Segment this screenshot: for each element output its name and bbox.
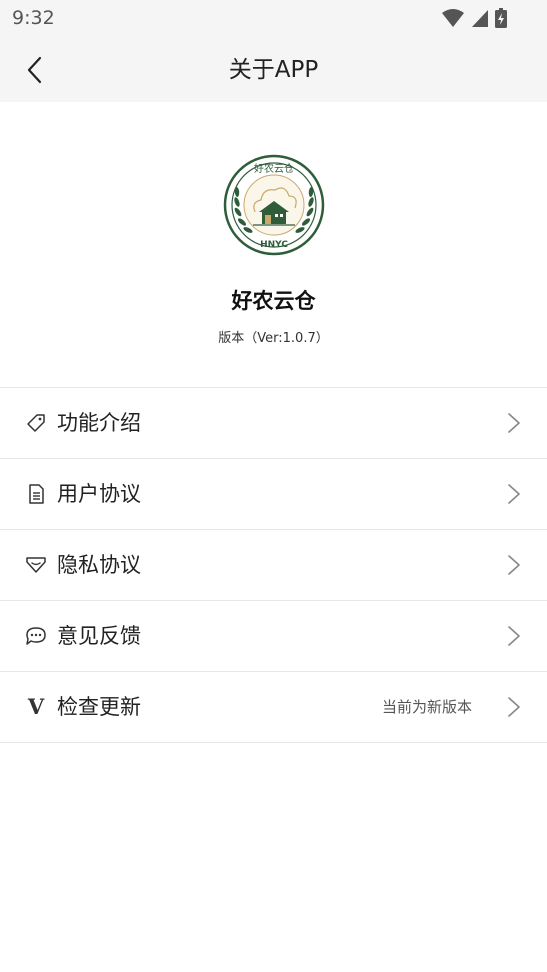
app-logo: 好农云仓 HNYC [223,154,325,256]
chat-bubble-icon [25,625,47,647]
app-name: 好农云仓 [231,289,316,313]
chevron-right-icon [508,413,520,433]
menu-list: 功能介绍 用户协议 隐私协议 意见反馈 V 检查更新 当前为新版本 [0,387,547,743]
nav-bar: 关于APP [0,38,547,102]
chevron-left-icon [27,56,42,84]
page-title: 关于APP [228,57,319,83]
menu-item-label: 用户协议 [57,482,141,506]
app-version: 版本（Ver:1.0.7） [218,331,329,346]
menu-item-label: 检查更新 [57,695,141,719]
status-time: 9:32 [12,7,55,29]
back-button[interactable] [14,50,54,90]
chevron-right-icon [508,484,520,504]
status-icons [441,8,507,28]
chevron-right-icon [508,697,520,717]
tag-icon [25,412,47,434]
status-bar: 9:32 [0,0,547,38]
menu-item-feedback[interactable]: 意见反馈 [0,601,547,672]
menu-item-check-update[interactable]: V 检查更新 当前为新版本 [0,672,547,743]
menu-item-user-agreement[interactable]: 用户协议 [0,459,547,530]
cellular-signal-icon [472,10,488,27]
logo-bottom-text: HNYC [260,240,288,250]
menu-item-label: 隐私协议 [57,553,141,577]
chevron-right-icon [508,555,520,575]
version-v-icon: V [27,694,45,719]
shield-heart-icon [25,554,47,576]
wifi-icon [442,9,464,27]
menu-item-features[interactable]: 功能介绍 [0,388,547,459]
update-status-text: 当前为新版本 [381,698,472,716]
battery-icon [495,8,507,28]
chevron-right-icon [508,626,520,646]
menu-item-label: 功能介绍 [57,411,141,435]
menu-item-privacy-agreement[interactable]: 隐私协议 [0,530,547,601]
logo-top-text: 好农云仓 [254,162,294,175]
document-icon [25,483,47,505]
menu-item-label: 意见反馈 [57,624,141,648]
